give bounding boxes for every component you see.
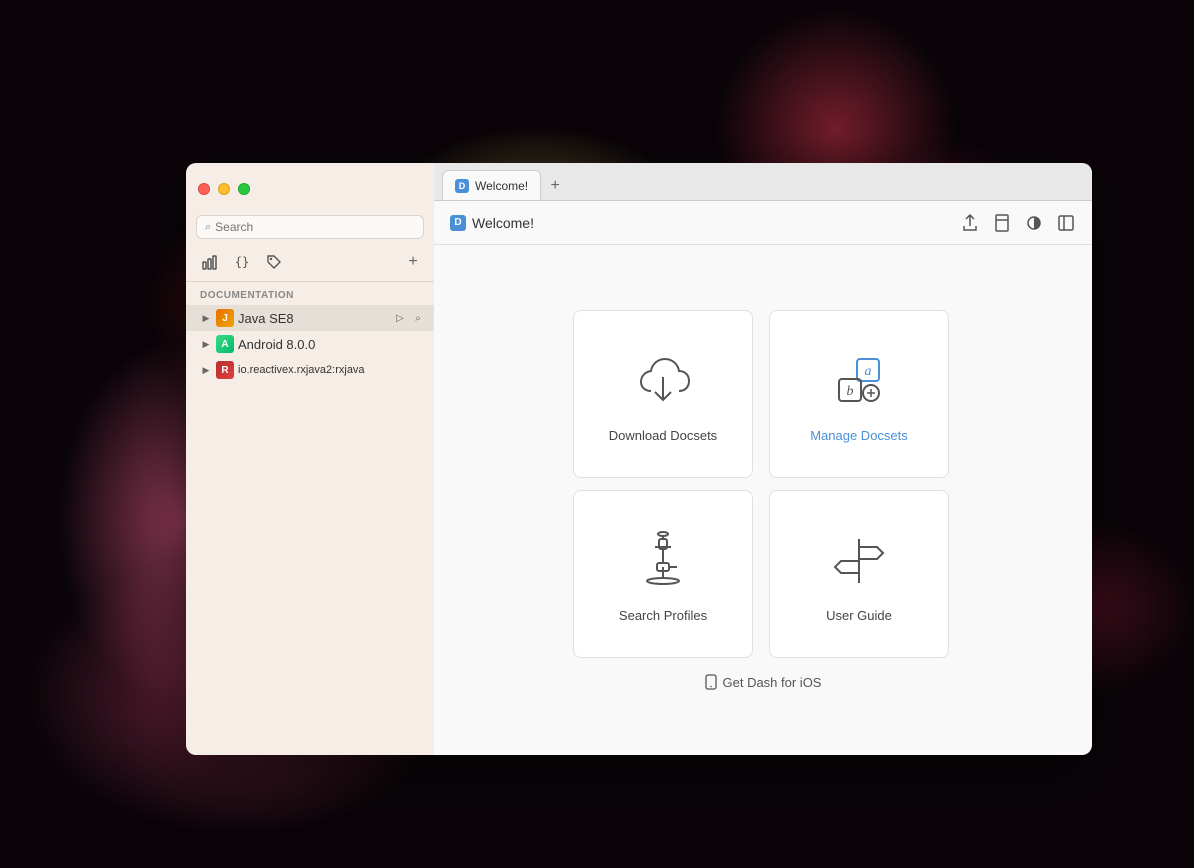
ios-link-text: Get Dash for iOS bbox=[723, 675, 822, 690]
docset-search-rxjava[interactable]: ⌕ bbox=[372, 362, 388, 378]
docset-item-rxjava[interactable]: ▶ R io.reactivex.rxjava2:rxjava ⌕ bbox=[186, 357, 434, 383]
docset-icon-rxjava: R bbox=[216, 361, 234, 379]
theme-icon[interactable] bbox=[1024, 213, 1044, 233]
share-icon[interactable] bbox=[960, 213, 980, 233]
titlebar bbox=[186, 163, 434, 215]
app-window: ⌕ {} + DO bbox=[186, 163, 1092, 755]
docset-list: ▶ J Java SE8 ▷ ⌕ ▶ A Android 8.0.0 ⌕ ▶ bbox=[186, 305, 434, 755]
card-download-label: Download Docsets bbox=[609, 428, 717, 443]
close-button[interactable] bbox=[198, 183, 210, 195]
manage-ab-icon: a b bbox=[824, 346, 894, 416]
bookmarks-icon[interactable] bbox=[992, 213, 1012, 233]
search-bar[interactable]: ⌕ bbox=[196, 215, 424, 239]
search-input[interactable] bbox=[215, 220, 415, 234]
maximize-button[interactable] bbox=[238, 183, 250, 195]
download-cloud-icon bbox=[628, 346, 698, 416]
card-download-docsets[interactable]: Download Docsets bbox=[573, 310, 753, 478]
docset-play-java[interactable]: ▷ bbox=[392, 310, 408, 326]
sidebar-toggle-icon[interactable] bbox=[1056, 213, 1076, 233]
card-search-profiles[interactable]: Search Profiles bbox=[573, 490, 753, 658]
tab-welcome[interactable]: D Welcome! bbox=[442, 170, 541, 200]
card-user-guide-label: User Guide bbox=[826, 608, 892, 623]
expand-arrow-android[interactable]: ▶ bbox=[200, 338, 212, 350]
docset-search-android[interactable]: ⌕ bbox=[410, 336, 426, 352]
card-manage-docsets[interactable]: a b Manage Docsets bbox=[769, 310, 949, 478]
docset-icon-android: A bbox=[216, 335, 234, 353]
content-title-area: D Welcome! bbox=[450, 215, 534, 231]
docset-name-rxjava: io.reactivex.rxjava2:rxjava bbox=[238, 364, 368, 376]
main-content: D Welcome! + D Welcome! bbox=[434, 163, 1092, 755]
sidebar-toolbar: {} + bbox=[186, 247, 434, 282]
page-title: Welcome! bbox=[472, 215, 534, 231]
search-icon: ⌕ bbox=[205, 221, 211, 234]
search-profiles-icon bbox=[628, 526, 698, 596]
card-manage-label: Manage Docsets bbox=[810, 428, 908, 443]
welcome-content: Download Docsets a b bbox=[434, 245, 1092, 755]
svg-text:a: a bbox=[865, 364, 872, 379]
user-guide-icon bbox=[824, 526, 894, 596]
svg-text:b: b bbox=[847, 384, 854, 399]
docset-icon-java: J bbox=[216, 309, 234, 327]
docset-name-android: Android 8.0.0 bbox=[238, 337, 406, 352]
docset-name-java: Java SE8 bbox=[238, 311, 388, 326]
tag-icon[interactable] bbox=[260, 251, 288, 273]
toolbar-right bbox=[960, 213, 1076, 233]
docset-item-java[interactable]: ▶ J Java SE8 ▷ ⌕ bbox=[186, 305, 434, 331]
expand-arrow-rxjava[interactable]: ▶ bbox=[200, 364, 212, 376]
tab-bar: D Welcome! + bbox=[434, 163, 1092, 201]
code-icon[interactable]: {} bbox=[228, 251, 256, 273]
expand-arrow-java[interactable]: ▶ bbox=[200, 312, 212, 324]
chart-icon[interactable] bbox=[196, 251, 224, 273]
content-dash-icon: D bbox=[450, 215, 466, 231]
tab-dash-icon: D bbox=[455, 179, 469, 193]
content-toolbar: D Welcome! bbox=[434, 201, 1092, 245]
section-label: DOCUMENTATION bbox=[186, 282, 434, 305]
card-search-profiles-label: Search Profiles bbox=[619, 608, 707, 623]
add-docset-button[interactable]: + bbox=[402, 251, 424, 273]
tab-welcome-label: Welcome! bbox=[475, 179, 528, 193]
ios-link[interactable]: Get Dash for iOS bbox=[705, 674, 822, 690]
docset-actions-java: ▷ ⌕ bbox=[392, 310, 426, 326]
docset-item-android[interactable]: ▶ A Android 8.0.0 ⌕ bbox=[186, 331, 434, 357]
docset-search-java[interactable]: ⌕ bbox=[410, 310, 426, 326]
sidebar: ⌕ {} + DO bbox=[186, 163, 434, 755]
minimize-button[interactable] bbox=[218, 183, 230, 195]
card-user-guide[interactable]: User Guide bbox=[769, 490, 949, 658]
cards-grid: Download Docsets a b bbox=[573, 310, 953, 658]
new-tab-button[interactable]: + bbox=[543, 174, 567, 198]
